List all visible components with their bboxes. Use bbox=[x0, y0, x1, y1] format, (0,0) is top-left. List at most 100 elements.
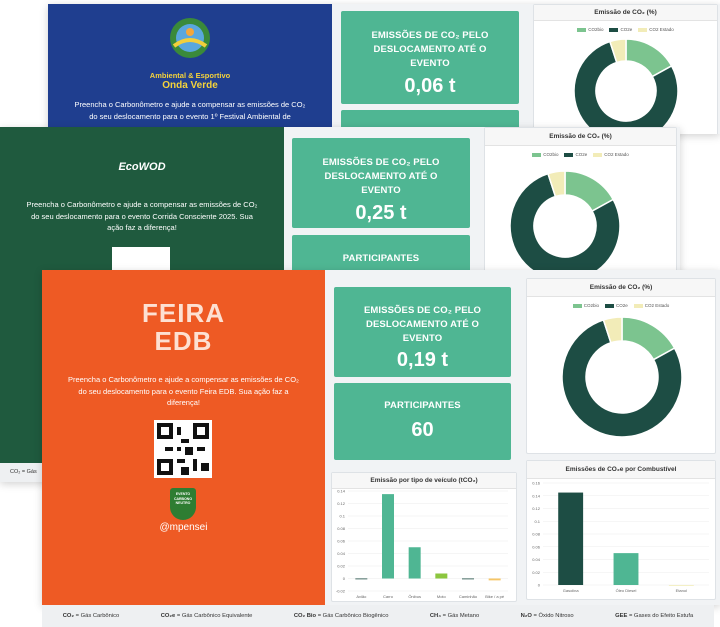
vehicle-bar-chart: 0.14 0.12 0.1 0.08 0.06 0.04 0.02 0 -0.02 Avião Ca… bbox=[336, 489, 508, 599]
participants-label: PARTICIPANTES bbox=[384, 400, 461, 411]
x-tick-label: Gasolina bbox=[563, 588, 580, 593]
qr-code-icon bbox=[157, 423, 209, 475]
ecowod-logo: EcoWOD bbox=[118, 161, 166, 173]
y-tick-label: 0.12 bbox=[532, 506, 541, 511]
emissions-stat-card: EMISSÕES DE CO₂ PELO DESLOCAMENTO ATÉ O … bbox=[292, 138, 470, 228]
emissions-stat-card: EMISSÕES DE CO₂ PELO DESLOCAMENTO ATÉ O … bbox=[341, 11, 519, 104]
glossary-desc: = Gás Metano bbox=[441, 613, 480, 619]
donut-chart-title: Emissão de CO₂ (%) bbox=[527, 279, 715, 297]
x-tick-label: Etanol bbox=[676, 588, 687, 593]
y-tick-label: 0.14 bbox=[337, 489, 346, 494]
y-tick-label: 0.06 bbox=[337, 539, 346, 544]
x-tick-label: Carro bbox=[383, 594, 394, 599]
glossary-item: CO₂ Bio = Gás Carbônico Biogênico bbox=[294, 613, 389, 619]
emissions-label: EMISSÕES DE CO₂ PELO DESLOCAMENTO ATÉ O … bbox=[371, 30, 489, 69]
donut-chart-title: Emissão de CO₂ (%) bbox=[534, 5, 717, 21]
participants-card: PARTICIPANTES 60 bbox=[334, 383, 511, 460]
emissions-label: EMISSÕES DE CO₂ PELO DESLOCAMENTO ATÉ O … bbox=[363, 305, 482, 344]
onda-verde-logo-icon bbox=[170, 18, 210, 58]
participants-label: PARTICIPANTES bbox=[342, 253, 420, 264]
glossary-desc: = Óxido Nitroso bbox=[531, 613, 574, 619]
glossary-abbr: N₂O bbox=[520, 613, 532, 619]
glossary-desc: = Gases do Efeito Estufa bbox=[627, 613, 694, 619]
compensei-brand: @mpensei bbox=[159, 522, 208, 533]
bar-óleo-diesel bbox=[613, 553, 639, 585]
feira-logo-line1: FEIRA bbox=[142, 298, 225, 328]
bar-ônibus bbox=[408, 547, 421, 579]
glossary-abbr: CH₄ bbox=[429, 613, 441, 619]
bar-carro bbox=[382, 494, 394, 579]
promo-text: Preencha o Carbonômetro e ajude a compen… bbox=[26, 200, 258, 233]
glossary-desc: = Gás Carbônico Equivalente bbox=[175, 613, 253, 619]
glossary-desc: = Gás Carbônico bbox=[74, 613, 120, 619]
collage: Ambiental & Esportivo Onda Verde Preench… bbox=[0, 0, 720, 627]
donut-chart bbox=[573, 38, 679, 134]
x-tick-label: Avião bbox=[356, 594, 367, 599]
x-tick-label: Ônibus bbox=[408, 594, 421, 599]
y-tick-label: 0.02 bbox=[532, 570, 541, 575]
y-tick-label: 0.14 bbox=[532, 493, 541, 498]
emissions-value: 0,25 t bbox=[355, 202, 407, 225]
glossary-abbr: CO₂ bbox=[62, 613, 74, 619]
glossary-item: CO₂ = Gás Carbônico bbox=[63, 613, 120, 619]
y-tick-label: 0.04 bbox=[337, 551, 346, 556]
y-tick-label: 0 bbox=[538, 583, 541, 588]
glossary-abbr: CO₂ Bio bbox=[293, 613, 317, 619]
y-tick-label: 0.08 bbox=[532, 532, 541, 537]
promo-panel: Ambiental & Esportivo Onda Verde Preench… bbox=[48, 4, 332, 134]
screenshot-feira-edb: FEIRA EDB Preencha o Carbonômetro e ajud… bbox=[42, 270, 720, 605]
y-tick-label: 0.02 bbox=[337, 564, 346, 569]
promo-panel: FEIRA EDB Preencha o Carbonômetro e ajud… bbox=[42, 270, 325, 605]
feira-logo-line2: EDB bbox=[154, 326, 213, 356]
x-tick-label: Moto bbox=[437, 594, 447, 599]
bar-caminhão bbox=[462, 578, 474, 580]
donut-chart-card: Emissão de CO₂ (%) CO2bio CO2e CO2 Estad… bbox=[484, 127, 677, 282]
glossary-item: CH₄ = Gás Metano bbox=[430, 613, 479, 619]
fuel-bar-chart-card: Emissões de CO₂e por Combustível 0.16 0.1… bbox=[526, 460, 716, 600]
x-tick-label: Óleo Diesel bbox=[616, 588, 637, 593]
screenshot-onda-verde: Ambiental & Esportivo Onda Verde Preench… bbox=[48, 4, 720, 134]
donut-chart-card: Emissão de CO₂ (%) CO2bio CO2e CO2 Estad… bbox=[526, 278, 716, 454]
y-tick-label: -0.02 bbox=[336, 589, 346, 594]
vehicle-bar-chart-card: Emissão por tipo de veículo (tCO₂) 0.14 0… bbox=[331, 472, 517, 602]
emissions-value: 0,06 t bbox=[404, 75, 456, 98]
y-tick-label: 0 bbox=[343, 576, 346, 581]
y-tick-label: 0.06 bbox=[532, 544, 541, 549]
logo-line1: Ambiental & Esportivo bbox=[149, 71, 231, 80]
footer-partial: CO₂ = Gás bbox=[0, 463, 42, 482]
bar-avião bbox=[355, 578, 368, 580]
glossary-footer: CO₂ = Gás Carbônico CO₂e = Gás Carbônico … bbox=[42, 605, 714, 627]
donut-chart bbox=[509, 170, 621, 282]
y-tick-label: 0.12 bbox=[337, 501, 346, 506]
y-tick-label: 0.1 bbox=[339, 514, 345, 519]
glossary-item: CO₂e = Gás Carbônico Equivalente bbox=[161, 613, 253, 619]
donut-chart bbox=[561, 316, 683, 438]
bar-etanol bbox=[668, 585, 694, 586]
carbon-neutral-badge: EVENTO CARBONO NEUTRO bbox=[170, 488, 196, 520]
glossary-abbr: CO₂e bbox=[160, 613, 176, 619]
logo-line2: Onda Verde bbox=[162, 80, 218, 91]
glossary-item: GEE = Gases do Efeito Estufa bbox=[615, 613, 693, 619]
emissions-label: EMISSÕES DE CO₂ PELO DESLOCAMENTO ATÉ O … bbox=[322, 157, 440, 196]
participants-value: 60 bbox=[411, 418, 434, 441]
promo-text: Preencha o Carbonômetro e ajude a compen… bbox=[68, 375, 299, 408]
glossary-desc: = Gás Carbônico Biogênico bbox=[316, 613, 389, 619]
promo-text: Preencha o Carbonômetro e ajude a compen… bbox=[74, 100, 306, 121]
emissions-stat-card: EMISSÕES DE CO₂ PELO DESLOCAMENTO ATÉ O … bbox=[334, 287, 511, 377]
bar-gasolina bbox=[558, 492, 584, 585]
y-tick-label: 0.08 bbox=[337, 526, 346, 531]
y-tick-label: 0.1 bbox=[534, 519, 540, 524]
donut-chart-title: Emissão de CO₂ (%) bbox=[485, 128, 676, 146]
y-tick-label: 0.04 bbox=[532, 557, 541, 562]
qr-code bbox=[154, 420, 212, 478]
glossary-item: N₂O = Óxido Nitroso bbox=[521, 613, 574, 619]
fuel-bar-chart: 0.16 0.14 0.12 0.1 0.08 0.06 0.04 0.02 0 Gasolina… bbox=[532, 481, 709, 593]
donut-chart-card: Emissão de CO₂ (%) CO2bio CO2e CO2 Estad… bbox=[533, 4, 718, 134]
glossary-abbr: GEE bbox=[615, 613, 628, 619]
y-tick-label: 0.16 bbox=[532, 481, 541, 486]
x-tick-label: Bike / a pé bbox=[485, 594, 505, 599]
x-tick-label: Caminhão bbox=[459, 594, 478, 599]
emissions-value: 0,19 t bbox=[396, 349, 449, 372]
bar-moto bbox=[435, 573, 448, 579]
bar-bike-a-pé bbox=[488, 578, 501, 581]
